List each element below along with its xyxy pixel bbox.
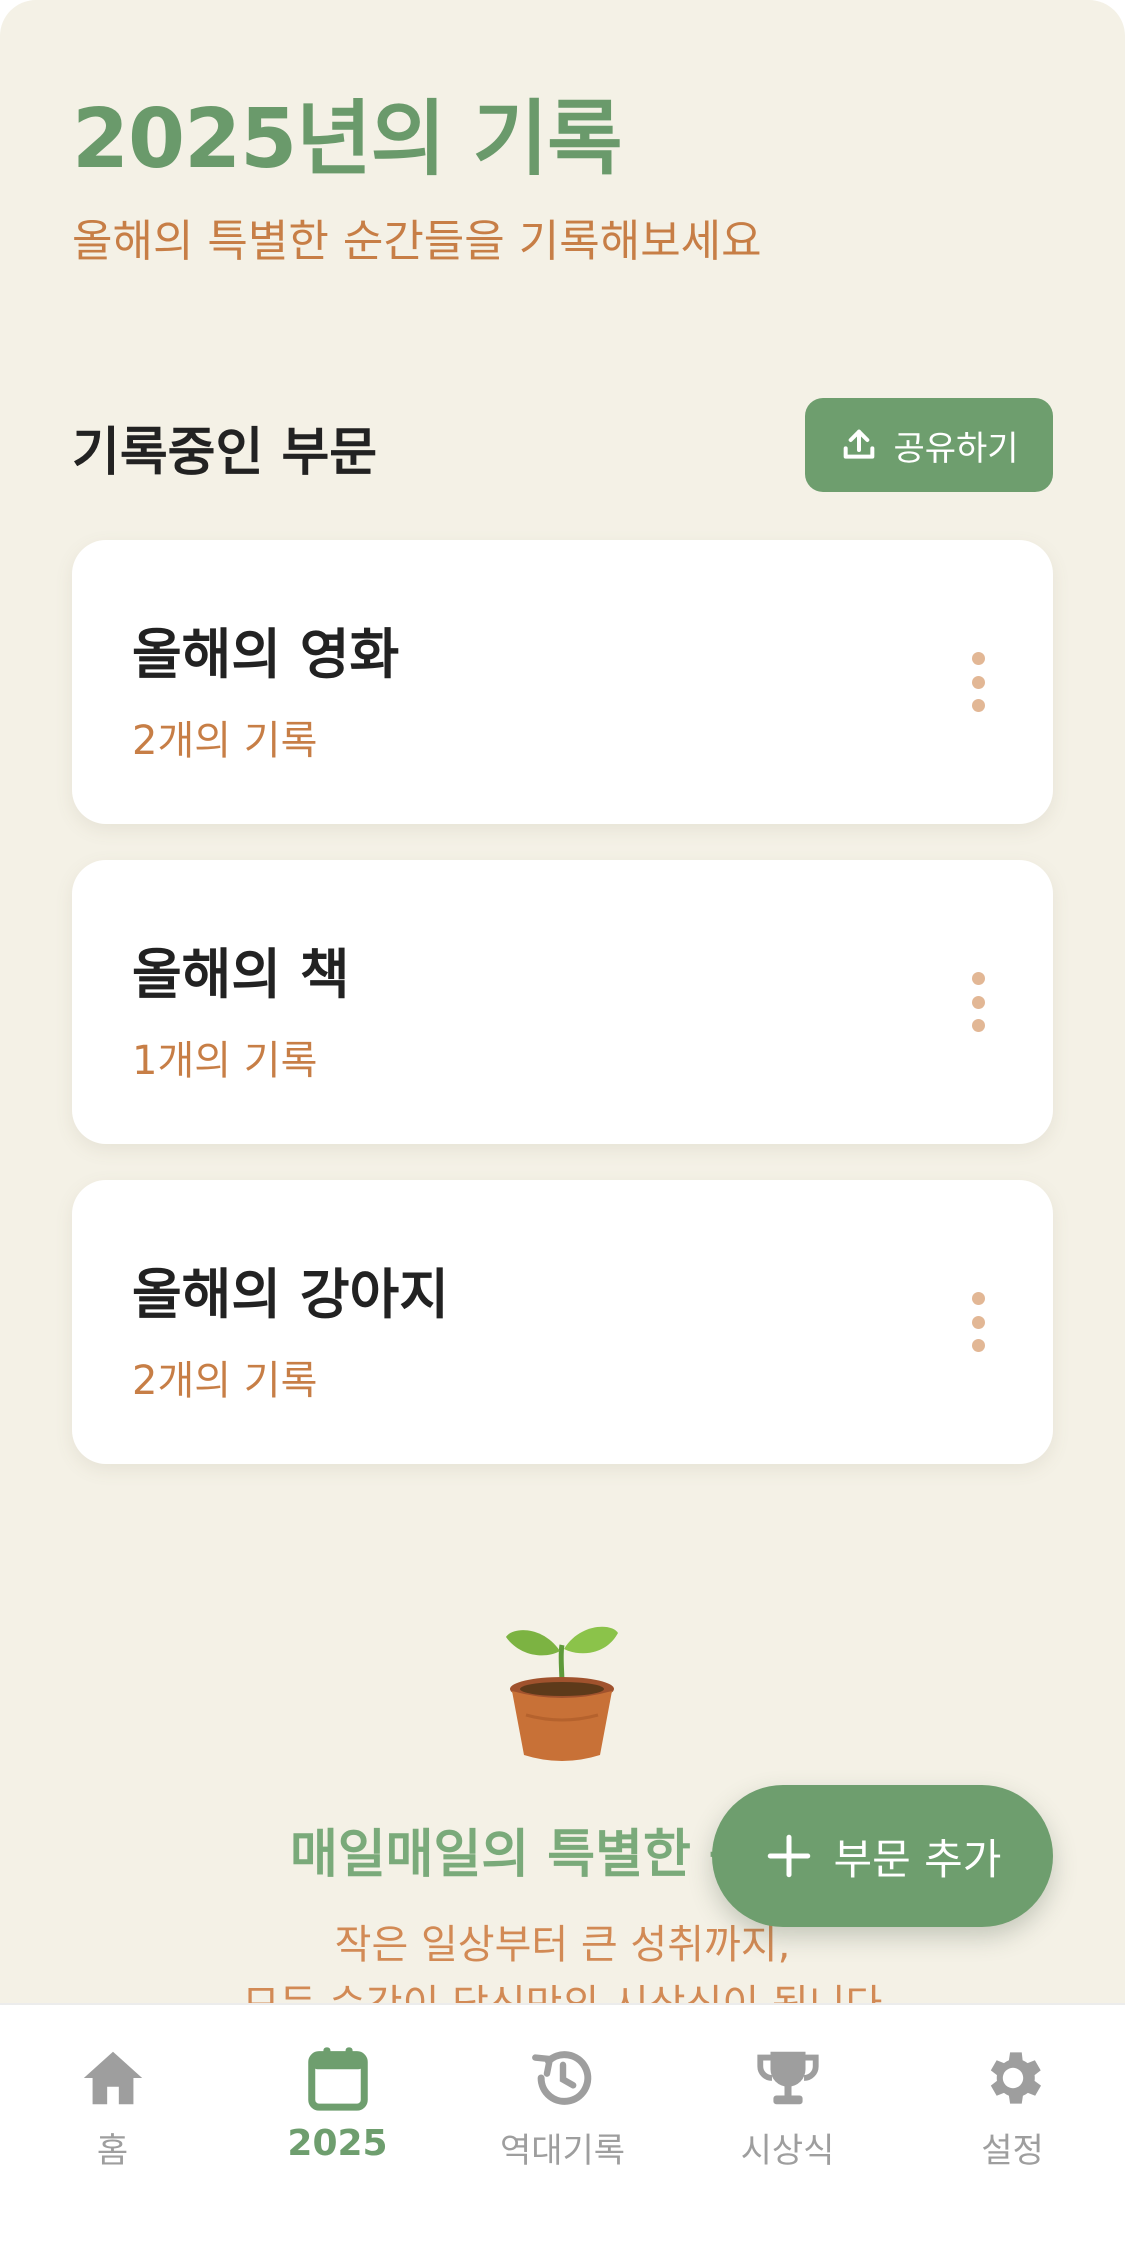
add-category-button[interactable]: 부문 추가 bbox=[712, 1785, 1053, 1927]
category-card-book[interactable]: 올해의 책 1개의 기록 bbox=[72, 860, 1053, 1144]
nav-label: 홈 bbox=[96, 2131, 129, 2171]
more-options-icon[interactable] bbox=[963, 652, 993, 712]
nav-item-settings[interactable]: 설정 bbox=[900, 2005, 1125, 2250]
nav-label: 2025 bbox=[287, 2123, 388, 2164]
nav-item-history[interactable]: 역대기록 bbox=[450, 2005, 675, 2250]
upload-icon bbox=[844, 429, 875, 459]
main-screen: 2025년의 기록 올해의 특별한 순간들을 기록해보세요 기록중인 부문 공유… bbox=[0, 0, 1125, 2003]
category-card-movie[interactable]: 올해의 영화 2개의 기록 bbox=[72, 540, 1053, 824]
page-title: 2025년의 기록 bbox=[72, 92, 623, 187]
nav-item-home[interactable]: 홈 bbox=[0, 2005, 225, 2250]
card-count: 2개의 기록 bbox=[132, 1358, 318, 1404]
section-title: 기록중인 부문 bbox=[72, 423, 378, 483]
card-title: 올해의 영화 bbox=[132, 623, 400, 686]
nav-item-2025[interactable]: 2025 bbox=[225, 2005, 450, 2250]
calendar-icon bbox=[307, 2047, 368, 2111]
card-title: 올해의 강아지 bbox=[132, 1263, 449, 1326]
more-options-icon[interactable] bbox=[963, 972, 993, 1032]
add-category-label: 부문 추가 bbox=[833, 1834, 1002, 1884]
nav-item-awards[interactable]: 시상식 bbox=[675, 2005, 900, 2250]
gear-icon bbox=[990, 2052, 1041, 2104]
page-subtitle: 올해의 특별한 순간들을 기록해보세요 bbox=[72, 216, 762, 267]
share-button[interactable]: 공유하기 bbox=[805, 398, 1053, 492]
card-title: 올해의 책 bbox=[132, 943, 350, 1006]
home-icon bbox=[83, 2051, 142, 2105]
promo-heading: 매일매일의 특별한 순 bbox=[290, 1825, 757, 1885]
card-count: 1개의 기록 bbox=[132, 1038, 318, 1084]
category-card-dog[interactable]: 올해의 강아지 2개의 기록 bbox=[72, 1180, 1053, 1464]
promo-line-2: 모든 순간이 당신만의 시상식이 됩니다 bbox=[0, 1972, 1125, 2003]
nav-label: 역대기록 bbox=[499, 2131, 626, 2171]
potted-plant-icon bbox=[506, 1626, 618, 1761]
nav-label: 시상식 bbox=[740, 2131, 835, 2171]
history-icon bbox=[531, 2051, 591, 2105]
more-options-icon[interactable] bbox=[963, 1292, 993, 1352]
plus-icon bbox=[767, 1834, 810, 1878]
bottom-navigation: 홈 2025 역대기록 시상식 설정 bbox=[0, 2003, 1125, 2250]
nav-label: 설정 bbox=[981, 2131, 1044, 2171]
card-count: 2개의 기록 bbox=[132, 718, 318, 764]
trophy-icon bbox=[756, 2051, 819, 2105]
share-button-label: 공유하기 bbox=[893, 428, 1019, 469]
